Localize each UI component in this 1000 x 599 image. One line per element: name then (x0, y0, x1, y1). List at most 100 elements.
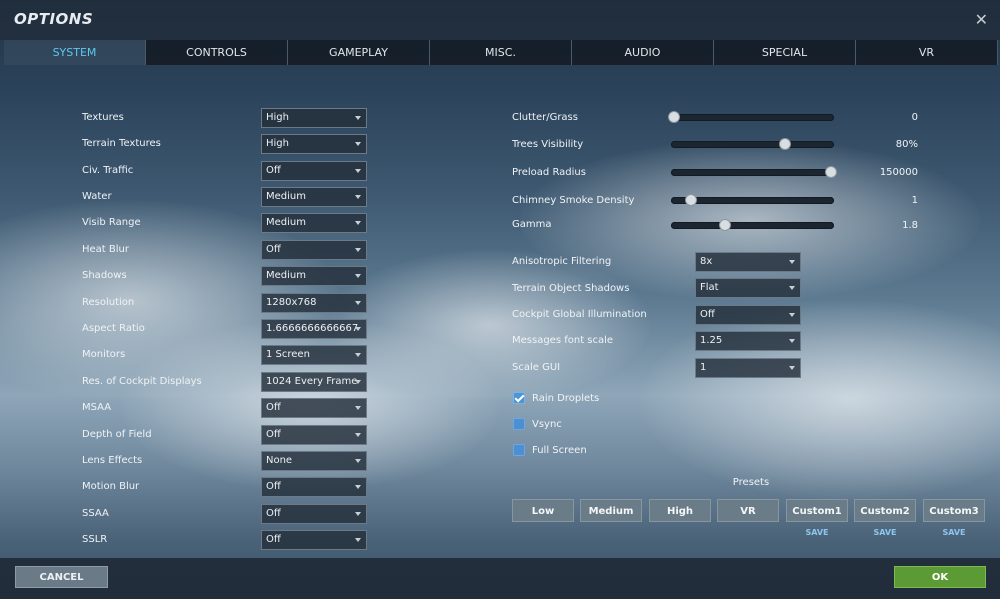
monitors-label: Monitors (82, 349, 126, 360)
ok-button[interactable]: OK (894, 566, 986, 588)
preset-medium-button[interactable]: Medium (580, 499, 642, 522)
title-bar (0, 0, 1000, 40)
cockpit-gi-value: Off (700, 309, 715, 320)
chevron-down-icon (355, 380, 361, 384)
tab-audio[interactable]: AUDIO (572, 40, 714, 65)
slider-knob[interactable] (684, 194, 697, 206)
preset-high-button[interactable]: High (649, 499, 711, 522)
preload-radius-slider[interactable] (671, 166, 837, 178)
motion-blur-dropdown[interactable]: Off (261, 477, 367, 497)
heat-blur-dropdown[interactable]: Off (261, 240, 367, 260)
lens-effects-value: None (266, 455, 293, 466)
scale-gui-label: Scale GUI (512, 362, 561, 373)
presets-title: Presets (732, 477, 770, 488)
save-custom1-link[interactable]: SAVE (786, 528, 848, 537)
scale-gui-value: 1 (700, 362, 707, 373)
trees-visibility-slider[interactable] (671, 138, 834, 150)
ssaa-dropdown[interactable]: Off (261, 504, 367, 524)
textures-value: High (266, 112, 289, 123)
lens-effects-dropdown[interactable]: None (261, 451, 367, 471)
preset-low-button[interactable]: Low (512, 499, 574, 522)
slider-knob[interactable] (668, 111, 681, 123)
terrain-object-shadows-dropdown[interactable]: Flat (695, 278, 801, 298)
preset-custom1-button[interactable]: Custom1 (786, 499, 848, 522)
chevron-down-icon (355, 353, 361, 357)
messages-font-scale-value: 1.25 (700, 335, 723, 346)
sslr-dropdown[interactable]: Off (261, 530, 367, 550)
cockpit-displays-dropdown[interactable]: 1024 Every Frame (261, 372, 367, 392)
tab-system[interactable]: SYSTEM (4, 40, 146, 65)
water-value: Medium (266, 191, 306, 202)
full-screen-label: Full Screen (532, 445, 587, 456)
clutter-grass-slider[interactable] (668, 111, 834, 123)
visib-range-dropdown[interactable]: Medium (261, 213, 367, 233)
monitors-dropdown[interactable]: 1 Screen (261, 345, 367, 365)
gamma-slider[interactable] (671, 219, 834, 231)
rain-droplets-checkbox[interactable] (513, 392, 525, 404)
chevron-down-icon (789, 313, 795, 317)
close-icon[interactable]: ✕ (975, 10, 988, 29)
ssaa-label: SSAA (82, 508, 109, 519)
resolution-value: 1280x768 (266, 297, 317, 308)
scale-gui-dropdown[interactable]: 1 (695, 358, 801, 378)
terrain-textures-value: High (266, 138, 289, 149)
msaa-dropdown[interactable]: Off (261, 398, 367, 418)
save-custom2-link[interactable]: SAVE (854, 528, 916, 537)
chevron-down-icon (355, 459, 361, 463)
heat-blur-value: Off (266, 244, 281, 255)
resolution-label: Resolution (82, 297, 135, 308)
slider-knob[interactable] (718, 219, 731, 231)
tab-bar: SYSTEM CONTROLS GAMEPLAY MISC. AUDIO SPE… (4, 40, 998, 65)
chevron-down-icon (355, 433, 361, 437)
resolution-dropdown[interactable]: 1280x768 (261, 293, 367, 313)
tab-misc[interactable]: MISC. (430, 40, 572, 65)
chevron-down-icon (355, 406, 361, 410)
terrain-textures-dropdown[interactable]: High (261, 134, 367, 154)
tab-gameplay[interactable]: GAMEPLAY (288, 40, 430, 65)
civ-traffic-value: Off (266, 165, 281, 176)
anisotropic-filtering-value: 8x (700, 256, 713, 267)
tab-special[interactable]: SPECIAL (714, 40, 856, 65)
preset-vr-button[interactable]: VR (717, 499, 779, 522)
tab-controls[interactable]: CONTROLS (146, 40, 288, 65)
water-dropdown[interactable]: Medium (261, 187, 367, 207)
preset-custom2-button[interactable]: Custom2 (854, 499, 916, 522)
terrain-object-shadows-label: Terrain Object Shadows (512, 283, 630, 294)
aspect-ratio-label: Aspect Ratio (82, 323, 145, 334)
civ-traffic-dropdown[interactable]: Off (261, 161, 367, 181)
messages-font-scale-dropdown[interactable]: 1.25 (695, 331, 801, 351)
chevron-down-icon (789, 366, 795, 370)
shadows-dropdown[interactable]: Medium (261, 266, 367, 286)
cockpit-displays-label: Res. of Cockpit Displays (82, 376, 202, 387)
preload-radius-label: Preload Radius (512, 167, 586, 178)
heat-blur-label: Heat Blur (82, 244, 129, 255)
chevron-down-icon (355, 485, 361, 489)
save-custom3-link[interactable]: SAVE (923, 528, 985, 537)
cancel-button[interactable]: CANCEL (15, 566, 108, 588)
ssaa-value: Off (266, 508, 281, 519)
anisotropic-filtering-label: Anisotropic Filtering (512, 256, 612, 267)
slider-knob[interactable] (824, 166, 837, 178)
msaa-value: Off (266, 402, 281, 413)
cockpit-gi-dropdown[interactable]: Off (695, 305, 801, 325)
visib-range-label: Visib Range (82, 217, 141, 228)
terrain-object-shadows-value: Flat (700, 282, 719, 293)
cockpit-displays-value: 1024 Every Frame (266, 376, 358, 387)
sslr-label: SSLR (82, 534, 108, 545)
tab-vr[interactable]: VR (856, 40, 998, 65)
preset-custom3-button[interactable]: Custom3 (923, 499, 985, 522)
chevron-down-icon (355, 221, 361, 225)
anisotropic-filtering-dropdown[interactable]: 8x (695, 252, 801, 272)
trees-visibility-value: 80% (895, 139, 918, 150)
aspect-ratio-dropdown[interactable]: 1.6666666666667 (261, 319, 367, 339)
chevron-down-icon (355, 142, 361, 146)
chimney-smoke-slider[interactable] (671, 194, 834, 206)
vsync-checkbox[interactable] (513, 418, 525, 430)
slider-knob[interactable] (779, 138, 792, 150)
chevron-down-icon (789, 339, 795, 343)
depth-of-field-dropdown[interactable]: Off (261, 425, 367, 445)
full-screen-checkbox[interactable] (513, 444, 525, 456)
rain-droplets-label: Rain Droplets (532, 393, 600, 404)
textures-dropdown[interactable]: High (261, 108, 367, 128)
monitors-value: 1 Screen (266, 349, 310, 360)
